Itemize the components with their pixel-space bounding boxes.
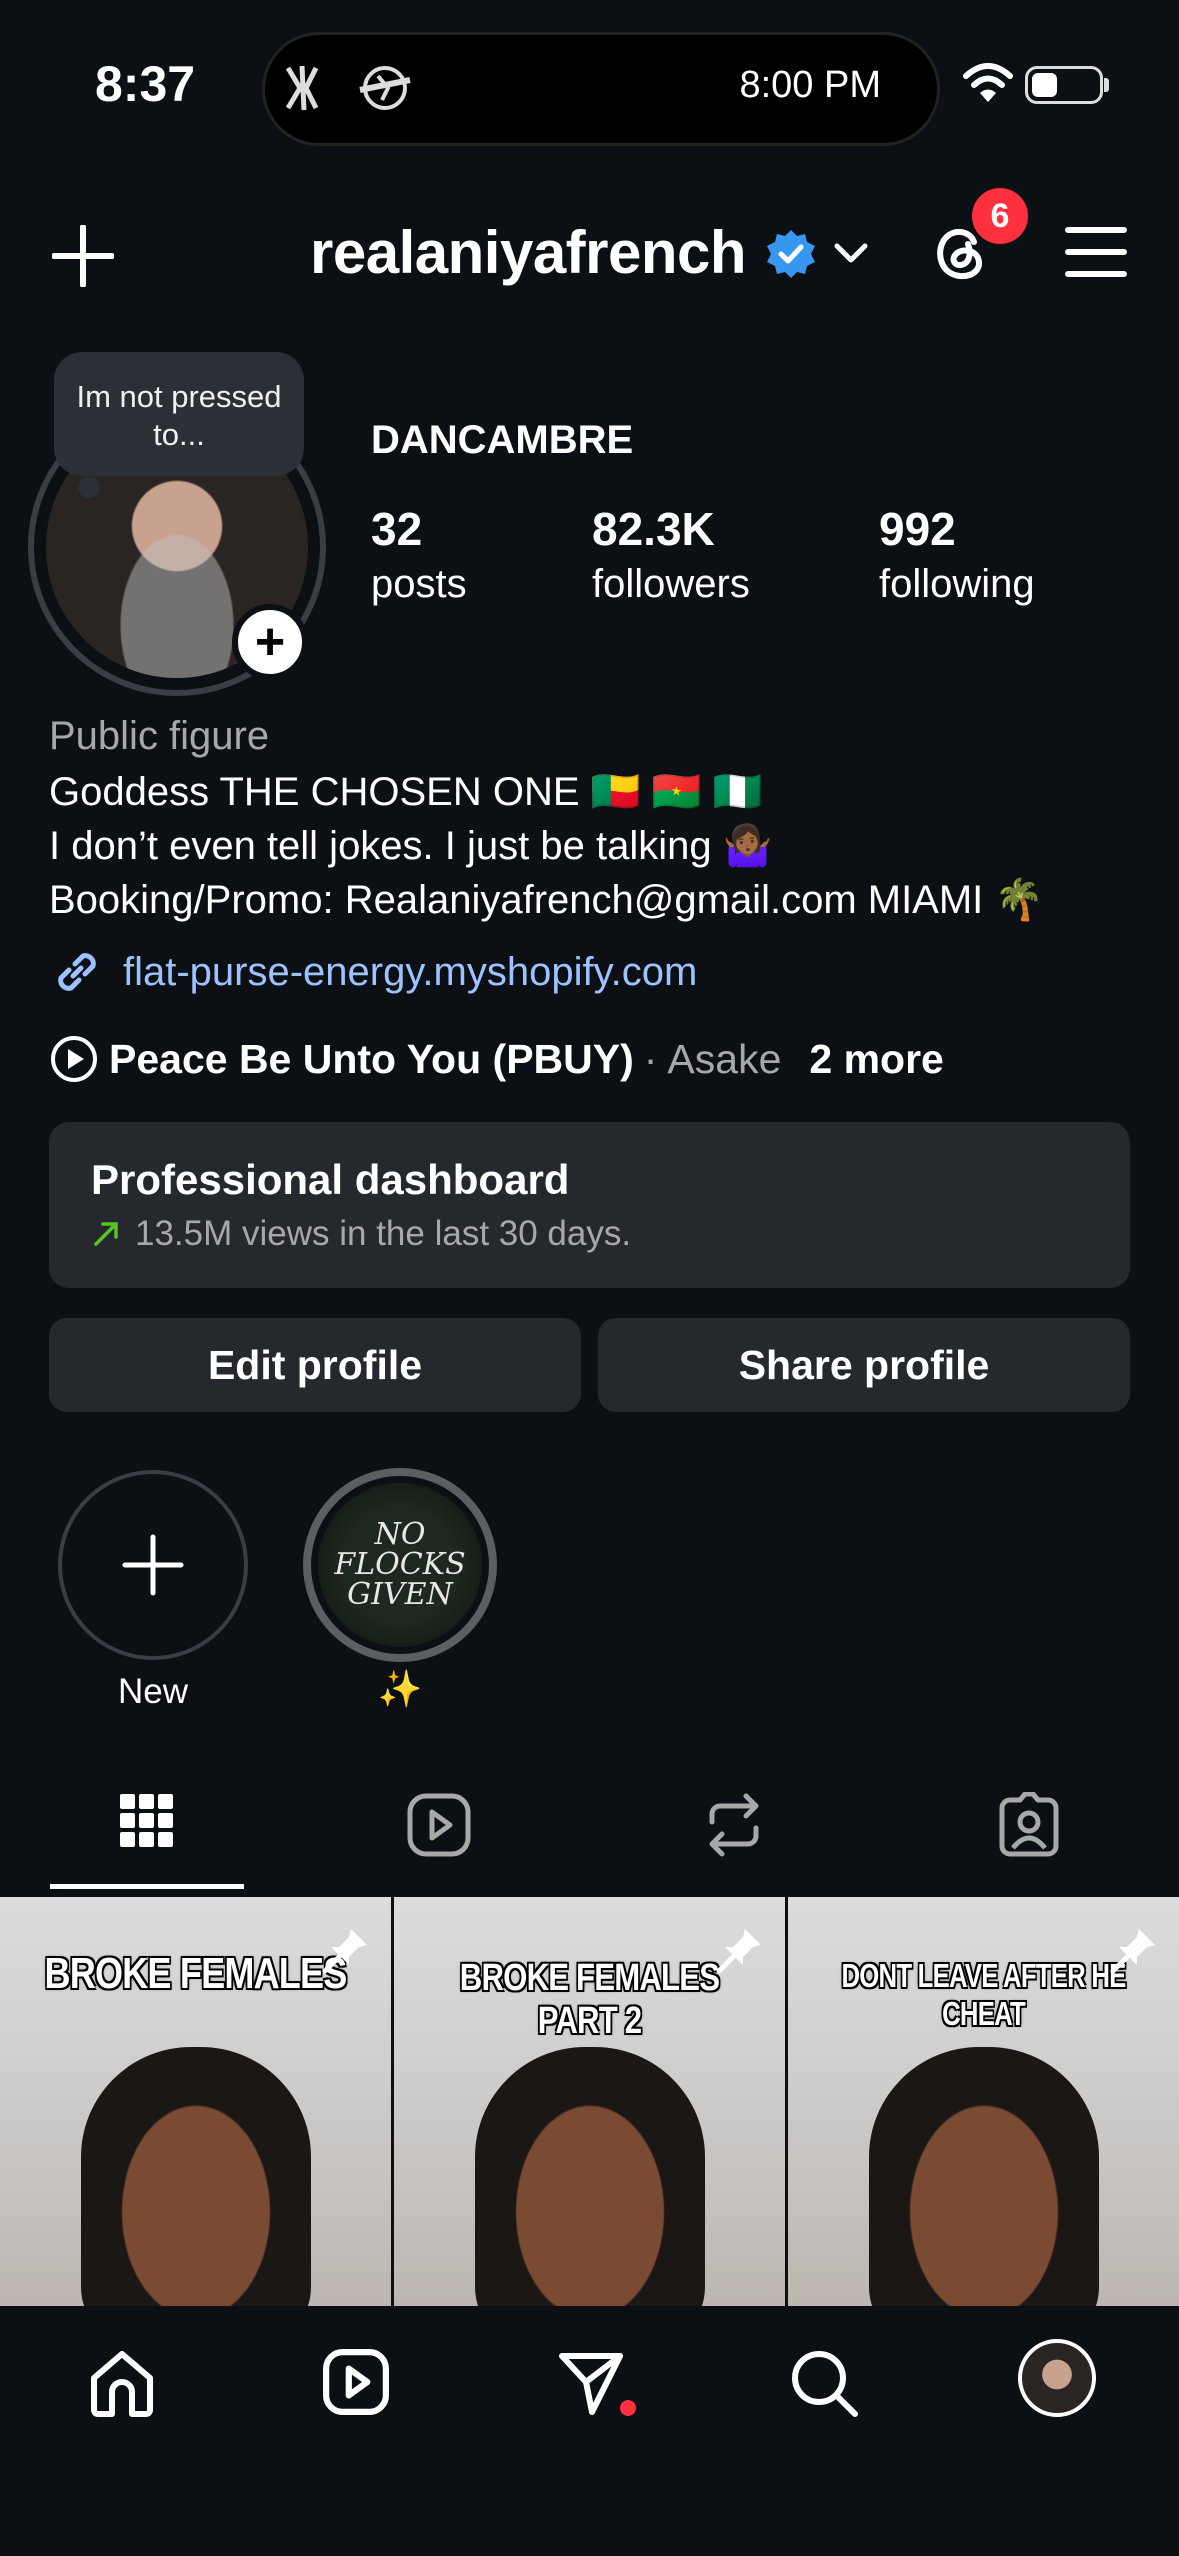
spurs-icon: [285, 65, 319, 111]
thunder-icon: [359, 66, 411, 110]
display-name: DANCAMBRE: [371, 418, 634, 462]
post-caption: DONT LEAVE AFTER HE CHEAT: [841, 1957, 1126, 2032]
music-more[interactable]: 2 more: [809, 1036, 943, 1083]
trend-up-icon: [94, 1222, 118, 1246]
direct-message-icon[interactable]: [556, 2348, 626, 2418]
status-time: 8:37: [95, 56, 196, 112]
chevron-down-icon[interactable]: [833, 242, 869, 266]
island-time: 8:00 PM: [739, 64, 881, 106]
reels-nav-icon[interactable]: [322, 2348, 390, 2416]
professional-dashboard[interactable]: Professional dashboard 13.5M views in th…: [49, 1122, 1130, 1288]
post-thumbnail[interactable]: BROKE FEMALES: [0, 1897, 391, 2307]
plus-icon: [122, 1534, 184, 1596]
bio-line: Goddess THE CHOSEN ONE 🇧🇯 🇧🇫 🇳🇬: [49, 770, 763, 814]
post-caption: BROKE FEMALES: [44, 1949, 347, 1998]
followers-label: followers: [592, 562, 750, 606]
username[interactable]: realaniyafrench: [310, 218, 747, 287]
dashboard-title: Professional dashboard: [91, 1156, 570, 1203]
following-stat[interactable]: 992 following: [879, 502, 1035, 607]
posts-label: posts: [371, 562, 467, 606]
followers-stat[interactable]: 82.3K followers: [592, 502, 750, 607]
highlight-label: ✨: [377, 1668, 423, 1709]
note-bubble[interactable]: Im not pressed to...: [54, 352, 304, 476]
play-icon: [51, 1036, 97, 1082]
menu-icon[interactable]: [1065, 226, 1127, 278]
music-song: Peace Be Unto You (PBUY): [109, 1035, 634, 1082]
post-caption: BROKE FEMALES PART 2: [459, 1957, 720, 2042]
message-notification-dot: [620, 2400, 636, 2416]
profile-avatar[interactable]: [1018, 2339, 1096, 2417]
wifi-icon: [963, 63, 1013, 102]
note-bubble-tail: [78, 476, 100, 498]
create-plus-icon[interactable]: [52, 225, 114, 287]
profile-music[interactable]: Peace Be Unto You (PBUY) · Asake 2 more: [49, 1034, 944, 1084]
music-separator: ·: [643, 1035, 658, 1082]
followers-count: 82.3K: [592, 503, 715, 555]
pin-icon: [1110, 1929, 1155, 1974]
battery-icon: [1025, 66, 1103, 104]
notification-badge: 6: [972, 188, 1028, 244]
bio-line[interactable]: Booking/Promo: Realaniyafrench@gmail.com…: [49, 876, 1044, 923]
battery-tip: [1104, 78, 1109, 92]
search-icon[interactable]: [789, 2348, 859, 2418]
dashboard-subtitle-row: 13.5M views in the last 30 days.: [91, 1214, 1088, 1254]
dashboard-subtitle: 13.5M views in the last 30 days.: [135, 1214, 632, 1253]
verified-badge-icon: [767, 230, 815, 278]
pin-icon: [716, 1929, 761, 1974]
reels-icon[interactable]: [406, 1792, 472, 1858]
highlight-cover[interactable]: NO FLOCKS GIVEN: [318, 1483, 482, 1647]
bio-link-text[interactable]: flat-purse-energy.myshopify.com: [123, 950, 697, 995]
bio-line: I don’t even tell jokes. I just be talki…: [49, 824, 773, 868]
island-team-icons: [280, 62, 416, 114]
edit-profile-button[interactable]: Edit profile: [49, 1318, 581, 1412]
post-image: [868, 2047, 1099, 2307]
post-image: [474, 2047, 705, 2307]
bottom-nav: [0, 2306, 1179, 2556]
pin-icon: [322, 1929, 367, 1974]
link-icon: [58, 953, 96, 991]
posts-stat[interactable]: 32 posts: [371, 502, 467, 607]
following-count: 992: [879, 503, 956, 555]
active-tab-indicator: [50, 1884, 244, 1889]
reposts-icon[interactable]: [702, 1792, 766, 1858]
profile-category: Public figure: [49, 714, 270, 758]
post-thumbnail[interactable]: DONT LEAVE AFTER HE CHEAT: [788, 1897, 1179, 2307]
following-label: following: [879, 562, 1035, 606]
music-artist: Asake: [667, 1035, 782, 1082]
share-profile-button[interactable]: Share profile: [598, 1318, 1130, 1412]
grid-icon[interactable]: [118, 1792, 176, 1850]
bio-link[interactable]: flat-purse-energy.myshopify.com: [49, 944, 697, 1000]
post-image: [80, 2047, 311, 2307]
home-icon[interactable]: [86, 2348, 158, 2420]
add-story-button[interactable]: +: [232, 604, 308, 680]
new-highlight-label: New: [117, 1672, 189, 1711]
tagged-icon[interactable]: [996, 1792, 1062, 1858]
post-thumbnail[interactable]: BROKE FEMALES PART 2: [394, 1897, 785, 2307]
new-highlight-button[interactable]: [58, 1470, 248, 1660]
posts-count: 32: [371, 503, 423, 555]
